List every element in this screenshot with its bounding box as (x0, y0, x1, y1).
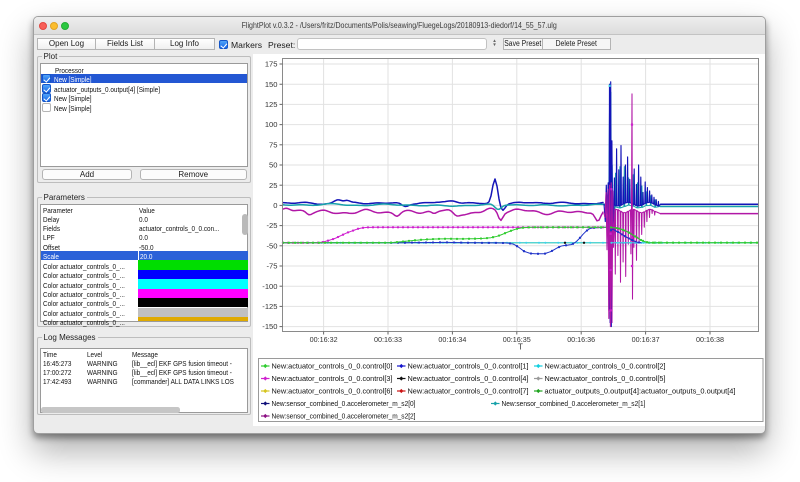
svg-text:New:sensor_combined_0.accelero: New:sensor_combined_0.accelerometer_m_s2… (272, 399, 416, 408)
svg-text:New:actuator_controls_0_0.cont: New:actuator_controls_0_0.control[7] (408, 387, 529, 396)
svg-text:00:16:37: 00:16:37 (632, 335, 660, 344)
svg-text:00:16:36: 00:16:36 (567, 335, 595, 344)
svg-text:actuator_outputs_0.output[4]:a: actuator_outputs_0.output[4]:actuator_ou… (545, 387, 736, 396)
svg-text:New:actuator_controls_0_0.cont: New:actuator_controls_0_0.control[0] (272, 362, 393, 371)
svg-text:150: 150 (265, 80, 278, 89)
svg-text:125: 125 (265, 100, 278, 109)
svg-text:-75: -75 (267, 262, 278, 271)
svg-text:00:16:32: 00:16:32 (310, 335, 338, 344)
svg-text:New:sensor_combined_0.accelero: New:sensor_combined_0.accelerometer_m_s2… (502, 399, 646, 408)
svg-text:New:actuator_controls_0_0.cont: New:actuator_controls_0_0.control[6] (272, 387, 393, 396)
svg-text:New:actuator_controls_0_0.cont: New:actuator_controls_0_0.control[2] (545, 362, 666, 371)
svg-text:00:16:33: 00:16:33 (374, 335, 402, 344)
svg-text:-150: -150 (262, 322, 277, 331)
svg-text:New:actuator_controls_0_0.cont: New:actuator_controls_0_0.control[1] (408, 362, 529, 371)
svg-text:100: 100 (265, 120, 278, 129)
svg-text:New:actuator_controls_0_0.cont: New:actuator_controls_0_0.control[5] (545, 374, 666, 383)
svg-text:0: 0 (273, 201, 277, 210)
svg-text:T: T (518, 343, 523, 352)
svg-text:New:actuator_controls_0_0.cont: New:actuator_controls_0_0.control[4] (408, 374, 529, 383)
svg-text:-25: -25 (267, 221, 278, 230)
svg-text:175: 175 (265, 60, 278, 69)
svg-text:-100: -100 (262, 282, 277, 291)
svg-text:New:actuator_controls_0_0.cont: New:actuator_controls_0_0.control[3] (272, 374, 393, 383)
svg-text:75: 75 (269, 140, 277, 149)
svg-text:50: 50 (269, 161, 277, 170)
svg-text:25: 25 (269, 181, 277, 190)
svg-text:00:16:35: 00:16:35 (503, 335, 531, 344)
svg-text:00:16:34: 00:16:34 (438, 335, 466, 344)
svg-text:00:16:38: 00:16:38 (696, 335, 724, 344)
svg-text:-50: -50 (267, 241, 278, 250)
svg-text:-125: -125 (262, 302, 277, 311)
svg-text:New:sensor_combined_0.accelero: New:sensor_combined_0.accelerometer_m_s2… (272, 412, 416, 421)
